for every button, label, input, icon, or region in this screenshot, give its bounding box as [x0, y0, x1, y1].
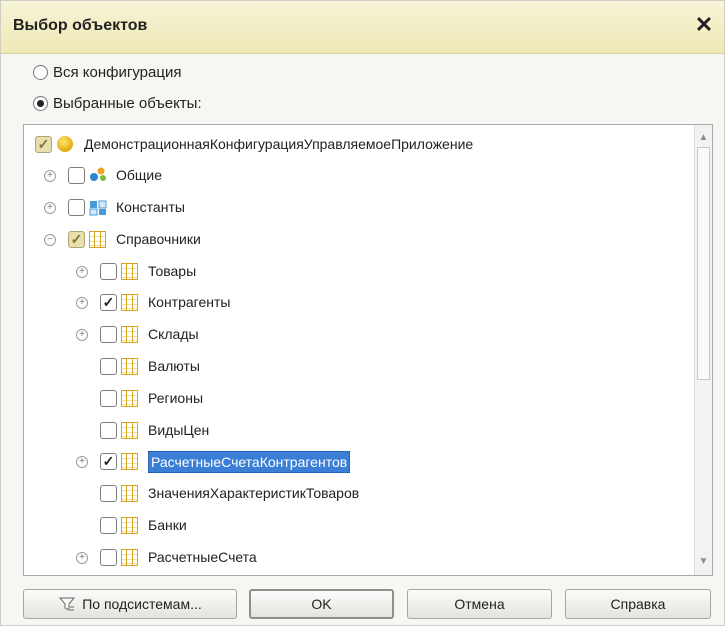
catalog-icon — [121, 263, 138, 280]
tree-item-checkbox[interactable] — [100, 517, 117, 534]
tree-row[interactable]: + РасчетныеСчета — [24, 542, 694, 573]
catalog-icon — [121, 422, 138, 439]
expand-icon[interactable]: + — [76, 552, 88, 564]
scroll-thumb[interactable] — [697, 147, 710, 380]
scroll-up-icon[interactable]: ▲ — [697, 131, 710, 145]
catalog-icon — [121, 485, 138, 502]
expand-icon[interactable]: + — [76, 266, 88, 278]
tree-item-label[interactable]: Регионы — [148, 389, 203, 407]
tree-item-checkbox[interactable] — [100, 326, 117, 343]
tree-item-label[interactable]: Контрагенты — [148, 293, 230, 311]
dialog-title: Выбор объектов — [13, 17, 148, 34]
tree-row[interactable]: ВидыЦен — [24, 415, 694, 446]
tree-item-label[interactable]: ЗначенияХарактеристикТоваров — [148, 484, 359, 502]
tree-item-label[interactable]: Склады — [148, 325, 199, 343]
selected-objects-option[interactable]: Выбранные объекты: — [33, 92, 202, 114]
tree-item-label[interactable]: ВидыЦен — [148, 421, 209, 439]
catalog-icon — [121, 453, 138, 470]
tree-row[interactable]: + Товары — [24, 256, 694, 287]
catalog-icon — [89, 231, 106, 248]
tree-item-checkbox[interactable] — [100, 485, 117, 502]
tree-row[interactable]: + ✓ РасчетныеСчетаКонтрагентов — [24, 446, 694, 477]
tree-row[interactable]: + Общие — [24, 160, 694, 191]
tree-row[interactable]: + Константы — [24, 192, 694, 223]
tree-item-checkbox[interactable] — [100, 549, 117, 566]
tree-item-checkbox[interactable]: ✓ — [35, 136, 52, 153]
expand-icon[interactable]: + — [76, 297, 88, 309]
expand-icon[interactable]: + — [44, 202, 56, 214]
tree-item-label[interactable]: ДемонстрационнаяКонфигурацияУправляемоеП… — [84, 135, 473, 153]
selected-objects-label: Выбранные объекты: — [53, 94, 202, 112]
title-bar: Выбор объектов ✕ — [1, 1, 724, 54]
radio-button-unselected[interactable] — [33, 64, 48, 80]
tree-item-label[interactable]: Общие — [116, 166, 162, 184]
tree-row[interactable]: Банки — [24, 510, 694, 541]
by-subsystems-button[interactable]: По подсистемам... — [23, 589, 237, 619]
catalog-icon — [121, 358, 138, 375]
tree-item-checkbox[interactable] — [100, 422, 117, 439]
tree-item-checkbox[interactable] — [100, 390, 117, 407]
catalog-icon — [121, 517, 138, 534]
object-selection-dialog: Выбор объектов ✕ Вся конфигурация Выбран… — [0, 0, 725, 626]
tree-item-label[interactable]: РасчетныеСчета — [148, 548, 257, 566]
tree-row[interactable]: + ✓ Контрагенты — [24, 287, 694, 318]
objects-tree[interactable]: ✓ ДемонстрационнаяКонфигурацияУправляемое… — [23, 124, 713, 576]
tree-row[interactable]: Регионы — [24, 383, 694, 414]
tree-item-label[interactable]: РасчетныеСчетаКонтрагентов — [148, 451, 351, 473]
scroll-down-icon[interactable]: ▼ — [697, 555, 710, 569]
common-icon — [89, 167, 107, 183]
close-icon[interactable]: ✕ — [692, 13, 716, 37]
tree-item-checkbox[interactable] — [100, 263, 117, 280]
expand-icon[interactable]: + — [76, 456, 88, 468]
tree-item-checkbox[interactable]: ✓ — [100, 453, 117, 470]
all-configuration-option[interactable]: Вся конфигурация — [33, 61, 181, 83]
by-subsystems-label: По подсистемам... — [82, 596, 202, 612]
tree-row[interactable]: ЗначенияХарактеристикТоваров — [24, 478, 694, 509]
filter-icon — [58, 595, 76, 613]
tree-item-label[interactable]: Константы — [116, 198, 185, 216]
help-button[interactable]: Справка — [565, 589, 711, 619]
vertical-scrollbar[interactable]: ▲ ▼ — [694, 125, 712, 575]
expand-icon[interactable]: + — [44, 170, 56, 182]
all-configuration-label: Вся конфигурация — [53, 63, 182, 81]
tree-item-checkbox[interactable] — [68, 199, 85, 216]
catalog-icon — [121, 549, 138, 566]
constant-icon — [89, 199, 107, 216]
ok-button[interactable]: OK — [249, 589, 394, 619]
tree-item-label[interactable]: Банки — [148, 516, 187, 534]
expand-icon[interactable]: + — [76, 329, 88, 341]
cancel-button[interactable]: Отмена — [407, 589, 552, 619]
tree-item-label[interactable]: Товары — [148, 262, 196, 280]
tree-row[interactable]: ✓ ДемонстрационнаяКонфигурацияУправляемое… — [24, 129, 694, 160]
tree-item-label[interactable]: Справочники — [116, 230, 201, 248]
tree-row[interactable]: − ✓ Справочники — [24, 224, 694, 255]
tree-item-checkbox[interactable]: ✓ — [100, 294, 117, 311]
collapse-icon[interactable]: − — [44, 234, 56, 246]
globe-icon — [57, 136, 73, 152]
catalog-icon — [121, 390, 138, 407]
tree-item-checkbox[interactable] — [68, 167, 85, 184]
catalog-icon — [121, 326, 138, 343]
tree-row[interactable]: + Склады — [24, 319, 694, 350]
tree-item-checkbox[interactable] — [100, 358, 117, 375]
radio-button-selected[interactable] — [33, 95, 48, 111]
tree-row[interactable]: Валюты — [24, 351, 694, 382]
tree-item-checkbox[interactable]: ✓ — [68, 231, 85, 248]
tree-item-label[interactable]: Валюты — [148, 357, 200, 375]
catalog-icon — [121, 294, 138, 311]
